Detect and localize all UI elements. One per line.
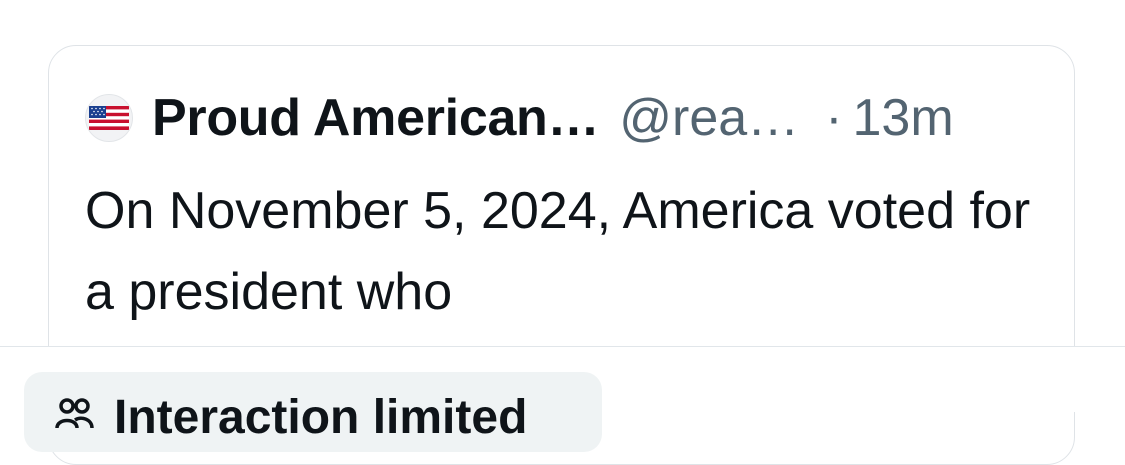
avatar[interactable]: [85, 94, 133, 142]
us-flag-icon: [89, 106, 129, 130]
quoted-post-header: Proud American… @rea… · 13m: [85, 86, 954, 150]
people-icon: [55, 398, 94, 429]
interaction-limited-notice[interactable]: Interaction limited: [24, 372, 602, 452]
post-timestamp[interactable]: 13m: [853, 88, 954, 148]
author-handle[interactable]: @rea…: [619, 88, 799, 148]
reply-restriction-bar: Interaction limited: [0, 346, 1125, 452]
quoted-post-text: On November 5, 2024, America voted for a…: [85, 182, 1031, 321]
author-name[interactable]: Proud American…: [152, 88, 600, 148]
meta-separator: ·: [825, 89, 843, 147]
interaction-limited-label: Interaction limited: [114, 391, 528, 444]
